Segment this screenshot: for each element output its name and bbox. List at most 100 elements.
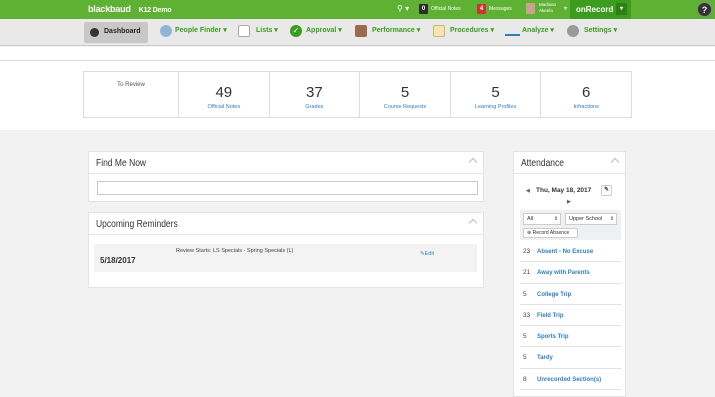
filter-all-select[interactable]: All ⇕ bbox=[523, 213, 561, 225]
messages-link[interactable]: Messages bbox=[489, 6, 512, 12]
attendance-type-link[interactable]: College Trip bbox=[537, 291, 571, 298]
official-notes-link[interactable]: Official Notes bbox=[431, 6, 461, 12]
attendance-count: 23 bbox=[523, 248, 531, 255]
select-caret-icon: ⇕ bbox=[553, 216, 558, 222]
plus-icon: ⊕ bbox=[527, 230, 532, 236]
filter-all-value: All bbox=[527, 216, 534, 222]
stat-learning-profiles[interactable]: 5 Learning Profiles bbox=[451, 72, 542, 117]
find-me-panel: Find Me Now bbox=[88, 151, 484, 202]
prev-day-icon[interactable]: ◀ bbox=[526, 188, 530, 194]
school-name: K12 Demo bbox=[138, 7, 172, 14]
nav-settings[interactable]: Settings ▾ bbox=[584, 26, 617, 34]
list-item: 5 College Trip bbox=[520, 284, 621, 305]
record-absence-label: Record Absence bbox=[532, 230, 570, 236]
attendance-date-picker: ◀ Thu, May 18, 2017 ✎ ▶ bbox=[520, 182, 621, 205]
chevron-down-icon[interactable]: ▾ bbox=[616, 3, 627, 15]
main-nav: Dashboard People Finder ▾ Lists ▾ ✓ Appr… bbox=[0, 19, 715, 46]
messages-badge[interactable]: 4 bbox=[477, 4, 486, 14]
panel-header: Find Me Now bbox=[89, 152, 483, 174]
brand-logo[interactable]: blackbaud K12 Demo bbox=[88, 4, 172, 14]
nav-approval[interactable]: Approval ▾ bbox=[306, 26, 342, 34]
panel-header: Attendance bbox=[514, 152, 625, 174]
chevron-up-icon[interactable] bbox=[610, 157, 620, 167]
dashboard-icon bbox=[90, 28, 99, 37]
attendance-count: 33 bbox=[523, 311, 531, 319]
attendance-count: 8 bbox=[523, 375, 527, 383]
clipboard-icon bbox=[433, 25, 445, 37]
edit-link[interactable]: ✎Edit bbox=[420, 251, 434, 257]
reminder-text: Review Starts: LS Specials - Spring Spec… bbox=[176, 248, 294, 254]
list-icon bbox=[238, 25, 250, 37]
official-notes-badge[interactable]: 0 bbox=[419, 4, 428, 14]
stat-value: 49 bbox=[215, 84, 233, 101]
panel-title: Find Me Now bbox=[96, 158, 147, 169]
stat-value: 37 bbox=[306, 84, 323, 101]
attendance-date: Thu, May 18, 2017 bbox=[536, 187, 592, 194]
list-item: 8 Unrecorded Section(s) bbox=[520, 369, 621, 391]
to-review-label: To Review bbox=[84, 72, 179, 117]
nav-people-finder[interactable]: People Finder ▾ bbox=[175, 26, 227, 34]
performance-icon bbox=[355, 25, 367, 37]
nav-lists[interactable]: Lists ▾ bbox=[256, 26, 278, 34]
list-item: 23 Absent - No Excuse bbox=[520, 241, 621, 263]
stat-course-requests[interactable]: 5 Course Requests bbox=[360, 72, 451, 117]
panel-header: Upcoming Reminders bbox=[89, 213, 483, 235]
filter-school-select[interactable]: Upper School ⇕ bbox=[565, 213, 617, 225]
nav-procedures[interactable]: Procedures ▾ bbox=[450, 26, 494, 34]
record-absence-button[interactable]: ⊕ Record Absence bbox=[523, 228, 578, 238]
avatar[interactable] bbox=[526, 3, 535, 14]
nav-lists-label: Lists bbox=[256, 27, 273, 34]
edit-label: Edit bbox=[424, 251, 435, 257]
divider bbox=[0, 60, 715, 61]
stat-grades[interactable]: 37 Grades bbox=[270, 72, 361, 117]
stat-label[interactable]: Learning Profiles bbox=[451, 104, 541, 110]
attendance-type-link[interactable]: Tardy bbox=[537, 354, 553, 361]
list-item: 5 Tardy bbox=[520, 347, 621, 369]
search-icon[interactable]: ⚲ ▾ bbox=[397, 4, 409, 13]
list-item: 5 Sports Trip bbox=[520, 326, 621, 348]
select-caret-icon: ⇕ bbox=[609, 216, 614, 222]
attendance-type-link[interactable]: Unrecorded Section(s) bbox=[537, 376, 601, 383]
next-day-icon[interactable]: ▶ bbox=[567, 199, 571, 205]
stat-label[interactable]: Official Notes bbox=[179, 104, 269, 110]
user-menu[interactable]: Madison Akeela bbox=[539, 2, 556, 14]
user-last-name: Akeela bbox=[539, 8, 553, 13]
panel-title: Attendance bbox=[521, 158, 565, 169]
attendance-panel: Attendance ◀ Thu, May 18, 2017 ✎ ▶ All ⇕… bbox=[513, 151, 626, 397]
nav-dashboard-label: Dashboard bbox=[104, 28, 141, 35]
check-icon: ✓ bbox=[290, 25, 302, 37]
attendance-type-link[interactable]: Field Trip bbox=[537, 312, 564, 319]
people-icon bbox=[160, 25, 172, 37]
onrecord-menu[interactable]: onRecord ▾ bbox=[570, 0, 631, 19]
attendance-count: 5 bbox=[523, 354, 527, 362]
stat-label[interactable]: Grades bbox=[270, 104, 360, 110]
attendance-type-link[interactable]: Sports Trip bbox=[537, 333, 569, 340]
brand-name: blackbaud bbox=[88, 4, 131, 14]
onrecord-label: onRecord bbox=[576, 5, 614, 14]
attendance-type-link[interactable]: Away with Parents bbox=[537, 269, 590, 276]
attendance-count: 5 bbox=[523, 333, 527, 341]
attendance-list: 23 Absent - No Excuse 21 Away with Paren… bbox=[520, 241, 621, 391]
nav-settings-label: Settings bbox=[584, 27, 612, 34]
attendance-type-link[interactable]: Absent - No Excuse bbox=[537, 248, 593, 255]
nav-performance[interactable]: Performance ▾ bbox=[372, 26, 420, 34]
chevron-up-icon[interactable] bbox=[468, 218, 478, 228]
nav-analyze[interactable]: Analyze ▾ bbox=[522, 26, 554, 34]
help-icon[interactable]: ? bbox=[697, 2, 712, 17]
stat-value: 5 bbox=[491, 84, 500, 101]
reminder-row: 5/18/2017 Review Starts: LS Specials - S… bbox=[94, 244, 477, 272]
find-me-input[interactable] bbox=[97, 181, 478, 195]
stat-label[interactable]: Infractions bbox=[541, 104, 631, 110]
pencil-icon[interactable]: ✎ bbox=[601, 185, 612, 196]
nav-performance-label: Performance bbox=[372, 27, 415, 34]
top-bar: blackbaud K12 Demo ⚲ ▾ 0 Official Notes 4… bbox=[0, 0, 715, 19]
chevron-up-icon[interactable] bbox=[468, 157, 478, 167]
chevron-down-icon[interactable]: ▾ bbox=[564, 5, 567, 12]
nav-people-finder-label: People Finder bbox=[175, 27, 222, 34]
stat-label[interactable]: Course Requests bbox=[360, 104, 450, 110]
nav-dashboard[interactable]: Dashboard bbox=[84, 22, 148, 43]
stat-infractions[interactable]: 6 Infractions bbox=[541, 72, 631, 117]
list-item: 33 Field Trip bbox=[520, 305, 621, 327]
attendance-filters: All ⇕ Upper School ⇕ ⊕ Record Absence bbox=[520, 210, 621, 240]
stat-official-notes[interactable]: 49 Official Notes bbox=[179, 72, 270, 117]
